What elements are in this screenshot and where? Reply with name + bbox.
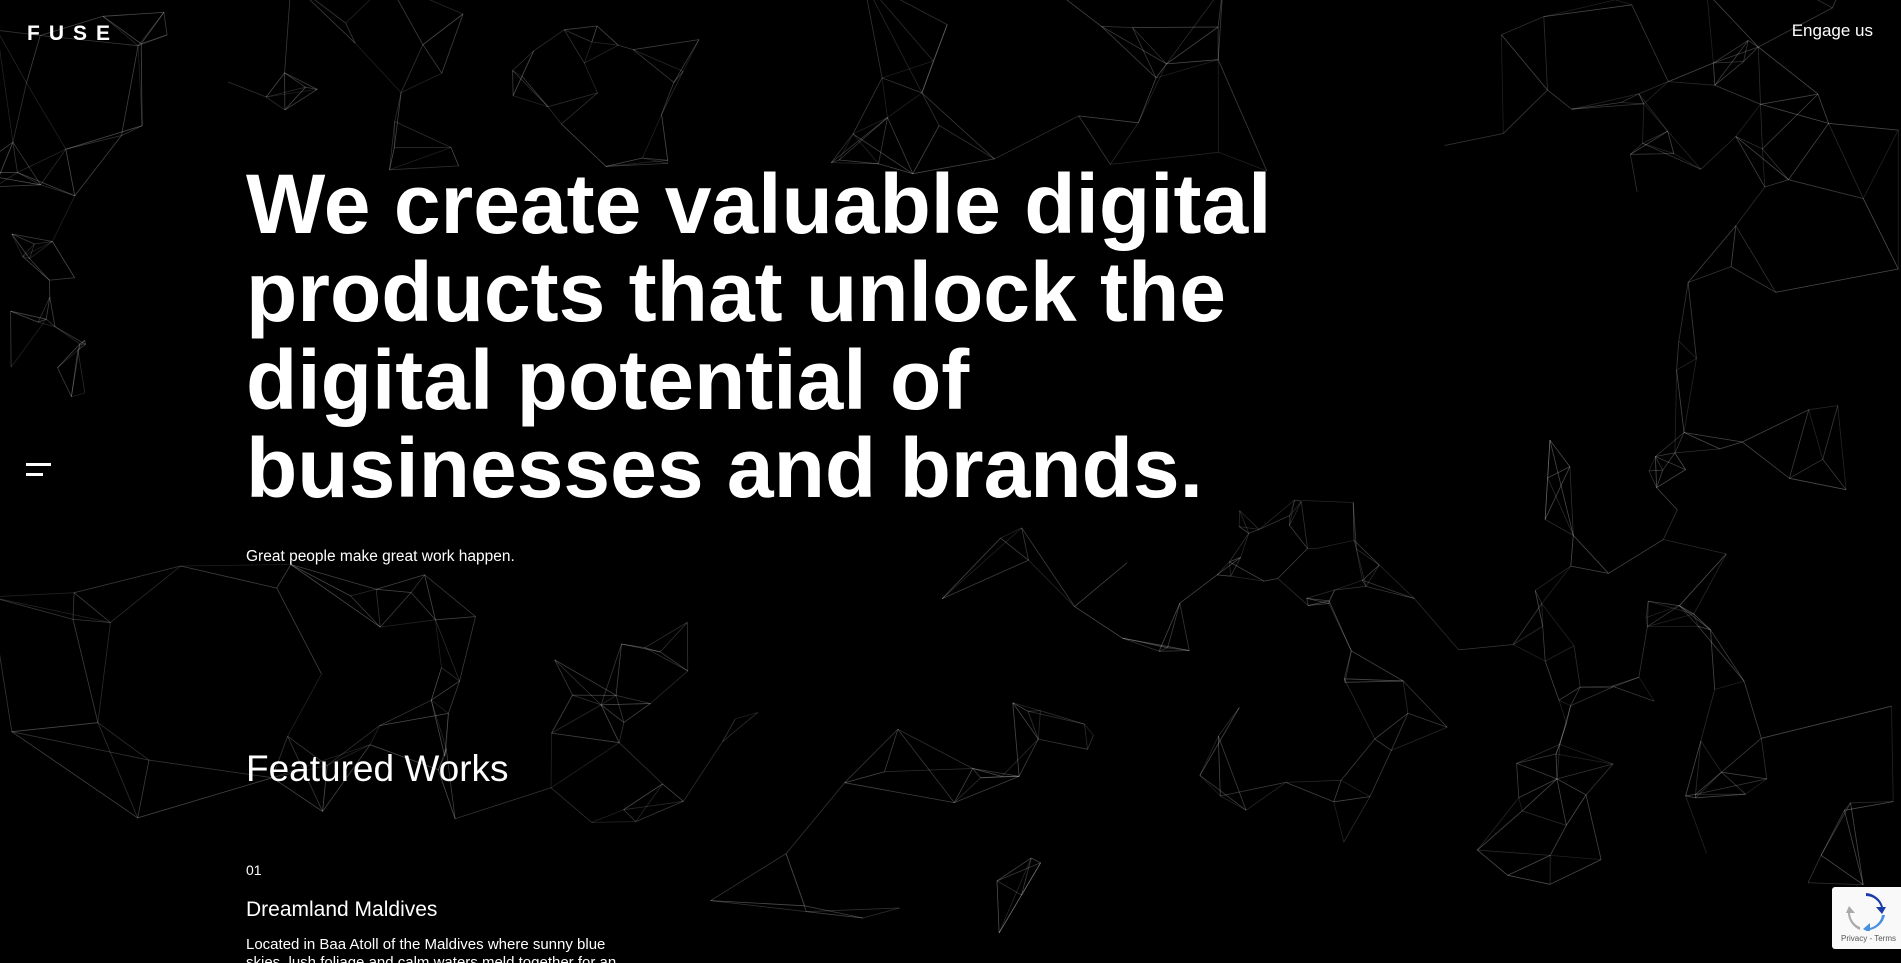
fuse-logo[interactable]: FUSE	[27, 22, 119, 46]
hero-tagline: Great people make great work happen.	[246, 548, 515, 565]
recaptcha-links[interactable]: Privacy - Terms	[1836, 934, 1901, 943]
hero-line: digital potential of	[246, 333, 970, 427]
hero-headline: We create valuable digital products that…	[246, 160, 1346, 512]
hamburger-menu-icon[interactable]	[26, 461, 52, 481]
hero-line: products that unlock the	[246, 245, 1227, 339]
featured-works-heading: Featured Works	[246, 748, 509, 789]
work-title-link[interactable]: Dreamland Maldives	[246, 898, 437, 922]
hero-line: We create valuable digital	[246, 157, 1272, 251]
recaptcha-badge[interactable]: Privacy - Terms	[1832, 887, 1901, 949]
menu-bar-top	[26, 463, 51, 466]
menu-bar-bottom	[26, 473, 43, 476]
engage-us-link[interactable]: Engage us	[1792, 21, 1873, 41]
work-description: Located in Baa Atoll of the Maldives whe…	[246, 936, 617, 963]
hero-line: businesses and brands.	[246, 421, 1203, 515]
recaptcha-logo-icon	[1846, 893, 1886, 931]
page: FUSE Engage us We create valuable digita…	[0, 0, 1901, 963]
work-number: 01	[246, 862, 262, 878]
